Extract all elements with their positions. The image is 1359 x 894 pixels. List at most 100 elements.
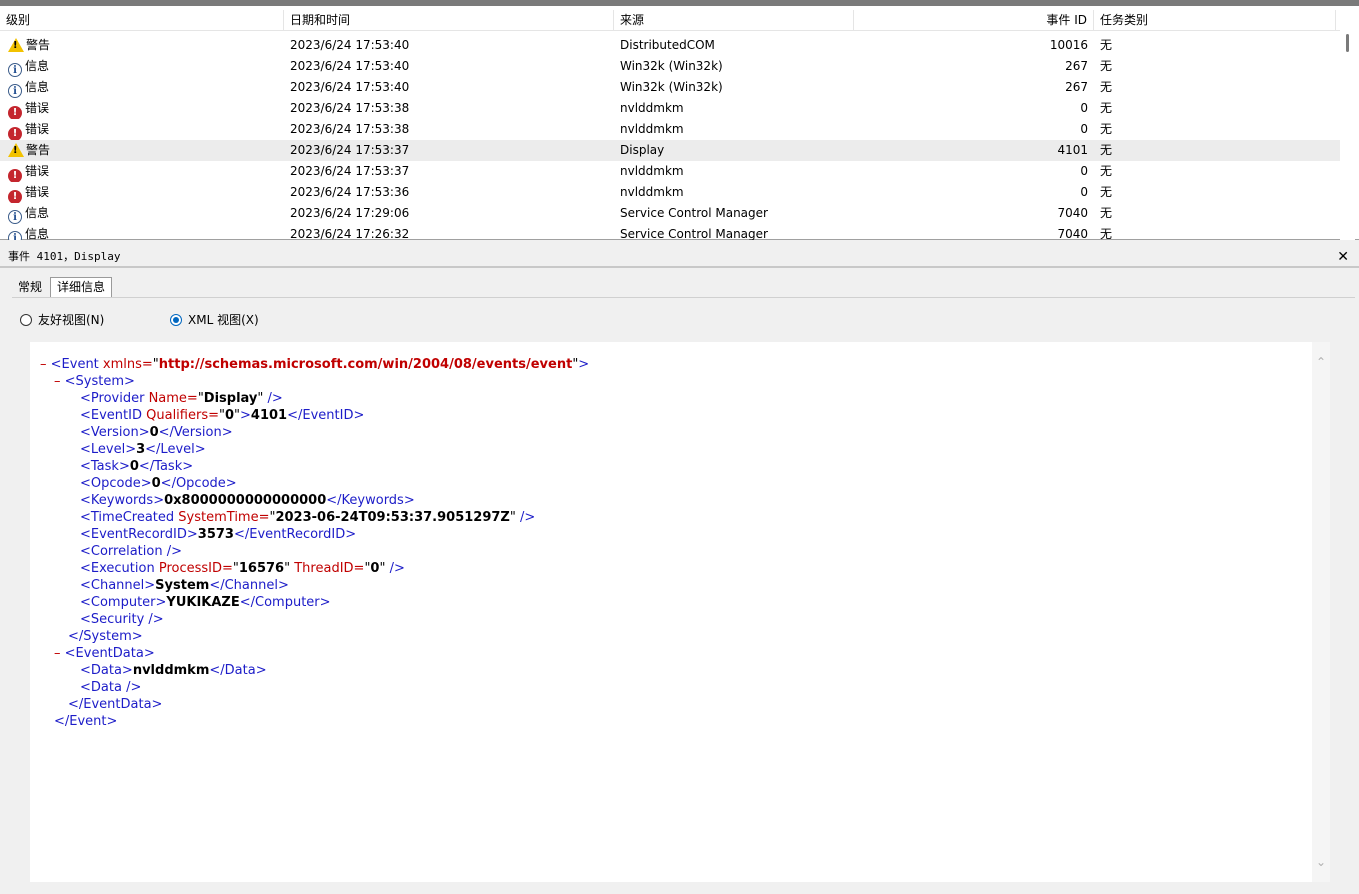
cell-task: 无 <box>1100 164 1113 178</box>
error-icon: ! <box>8 169 22 182</box>
scrollbar-thumb[interactable] <box>1346 34 1349 52</box>
xml-tag: > <box>578 357 590 372</box>
xml-tag: <EventData> <box>64 646 155 661</box>
cell-task: 无 <box>1100 80 1113 94</box>
xml-attr: Qualifiers= <box>146 408 219 423</box>
table-row[interactable]: i 信息 2023/6/24 17:53:40 Win32k (Win32k) 267 无 <box>0 56 1340 77</box>
close-icon[interactable]: ✕ <box>1337 246 1349 268</box>
table-row[interactable]: ! 错误 2023/6/24 17:53:38 nvlddmkm 0 无 <box>0 98 1340 119</box>
xml-tag: </Computer> <box>239 595 331 610</box>
xml-tag: <EventRecordID> <box>80 527 198 542</box>
xml-view-option[interactable]: XML 视图(X) <box>170 311 259 329</box>
xml-tag: </Task> <box>138 459 194 474</box>
xml-line-security: <Security /> <box>80 611 164 628</box>
xml-text: 3 <box>136 442 146 457</box>
column-header-source[interactable]: 来源 <box>614 10 854 30</box>
collapse-system-toggle[interactable]: – <box>54 374 61 389</box>
xml-text: YUKIKAZE <box>166 595 240 610</box>
cell-task: 无 <box>1100 101 1113 115</box>
table-row[interactable]: ! 错误 2023/6/24 17:53:37 nvlddmkm 0 无 <box>0 161 1340 182</box>
xml-tag: <Keywords> <box>80 493 165 508</box>
cell-event-id: 267 <box>1065 59 1088 73</box>
cell-source: nvlddmkm <box>620 101 684 115</box>
xml-line-keywords: <Keywords>0x8000000000000000</Keywords> <box>80 492 415 509</box>
cell-source: Win32k (Win32k) <box>620 80 723 94</box>
friendly-view-option[interactable]: 友好视图(N) <box>20 311 104 329</box>
xml-line-data-empty: <Data /> <box>80 679 141 696</box>
table-row[interactable]: i 信息 2023/6/24 17:29:06 Service Control Man… <box>0 203 1340 224</box>
xml-tag: </Keywords> <box>326 493 415 508</box>
collapse-eventdata-toggle[interactable]: – <box>54 646 61 661</box>
cell-datetime: 2023/6/24 17:53:38 <box>290 101 410 115</box>
xml-attr-value: Display <box>203 391 258 406</box>
tab-general[interactable]: 常规 <box>12 278 48 297</box>
event-list-scrollbar[interactable] <box>1340 10 1355 240</box>
xml-tag: <Level> <box>80 442 137 457</box>
xml-line-opcode: <Opcode>0</Opcode> <box>80 475 237 492</box>
xml-tag: > <box>240 408 251 423</box>
xml-line-timecreated: <TimeCreated SystemTime="2023-06-24T09:5… <box>80 509 535 526</box>
xml-tag: <System> <box>64 374 135 389</box>
xml-tag: </Level> <box>145 442 206 457</box>
cell-task: 无 <box>1100 227 1113 240</box>
xml-text: 0 <box>151 476 161 491</box>
level-label: 信息 <box>25 80 50 94</box>
level-label: 信息 <box>25 59 50 73</box>
xml-tag: <TimeCreated <box>80 510 175 525</box>
cell-source: nvlddmkm <box>620 122 684 136</box>
table-row[interactable]: i 信息 2023/6/24 17:53:40 Win32k (Win32k) 267 无 <box>0 77 1340 98</box>
cell-task: 无 <box>1100 185 1113 199</box>
xml-view[interactable]: – <Event xmlns= " http://schemas.microsoft… <box>30 342 1330 882</box>
xml-scrollbar[interactable]: ⌃ ⌄ <box>1312 342 1330 882</box>
info-icon: i <box>8 210 22 224</box>
xml-text: 3573 <box>197 527 234 542</box>
chevron-up-icon[interactable]: ⌃ <box>1315 356 1327 368</box>
xml-view-radio[interactable] <box>170 314 182 326</box>
xml-tag: <Data /> <box>80 680 142 695</box>
xml-attr: ThreadID= <box>294 561 365 576</box>
event-list-header: 级别 日期和时间 来源 事件 ID 任务类别 <box>0 10 1340 31</box>
chevron-down-icon[interactable]: ⌄ <box>1315 856 1327 868</box>
table-row[interactable]: ! 错误 2023/6/24 17:53:38 nvlddmkm 0 无 <box>0 119 1340 140</box>
xml-line-task: <Task>0</Task> <box>80 458 193 475</box>
xml-text: System <box>155 578 210 593</box>
xml-tag: <Execution <box>80 561 155 576</box>
table-row[interactable]: ! 错误 2023/6/24 17:53:36 nvlddmkm 0 无 <box>0 182 1340 203</box>
xml-text: 0 <box>129 459 139 474</box>
xml-tag: <Event <box>50 357 99 372</box>
xml-tag: </System> <box>68 629 143 644</box>
column-header-level[interactable]: 级别 <box>0 10 284 30</box>
xml-text: 0x8000000000000000 <box>164 493 327 508</box>
cell-task: 无 <box>1100 59 1113 73</box>
collapse-event-toggle[interactable]: – <box>40 357 47 372</box>
cell-level: ! 错误 <box>8 98 278 119</box>
friendly-view-label: 友好视图(N) <box>38 313 105 327</box>
xml-line-correlation: <Correlation /> <box>80 543 182 560</box>
cell-level: i 信息 <box>8 56 278 77</box>
cell-source: Win32k (Win32k) <box>620 59 723 73</box>
xml-tag: <Opcode> <box>80 476 152 491</box>
xml-tag: <EventID <box>80 408 142 423</box>
xml-tag: </EventRecordID> <box>233 527 357 542</box>
level-label: 错误 <box>25 122 50 136</box>
table-row[interactable]: ! 警告 2023/6/24 17:53:37 Display 4101 无 <box>0 140 1340 161</box>
cell-source: DistributedCOM <box>620 38 715 52</box>
table-row[interactable]: i 信息 2023/6/24 17:26:32 Service Control Man… <box>0 224 1340 240</box>
cell-level: ! 警告 <box>8 140 278 161</box>
info-icon: i <box>8 231 22 240</box>
xml-attr: xmlns= <box>102 357 153 372</box>
xml-line-event-close: </Event> <box>54 713 117 730</box>
xml-line-event: – <Event xmlns="http://schemas.microsoft… <box>40 356 589 373</box>
friendly-view-radio[interactable] <box>20 314 32 326</box>
cell-event-id: 10016 <box>1049 38 1088 52</box>
column-header-event-id[interactable]: 事件 ID <box>854 10 1094 30</box>
xml-tag: <Channel> <box>80 578 156 593</box>
details-title-bar: 事件 4101，Display ✕ <box>0 246 1359 268</box>
table-row[interactable]: ! 警告 2023/6/24 17:53:40 DistributedCOM 10016… <box>0 35 1340 56</box>
xml-tag: </Version> <box>158 425 233 440</box>
tab-details[interactable]: 详细信息 <box>50 277 113 298</box>
column-header-datetime[interactable]: 日期和时间 <box>284 10 614 30</box>
column-header-task[interactable]: 任务类别 <box>1094 10 1336 30</box>
xml-text: 4101 <box>250 408 288 423</box>
error-icon: ! <box>8 106 22 119</box>
